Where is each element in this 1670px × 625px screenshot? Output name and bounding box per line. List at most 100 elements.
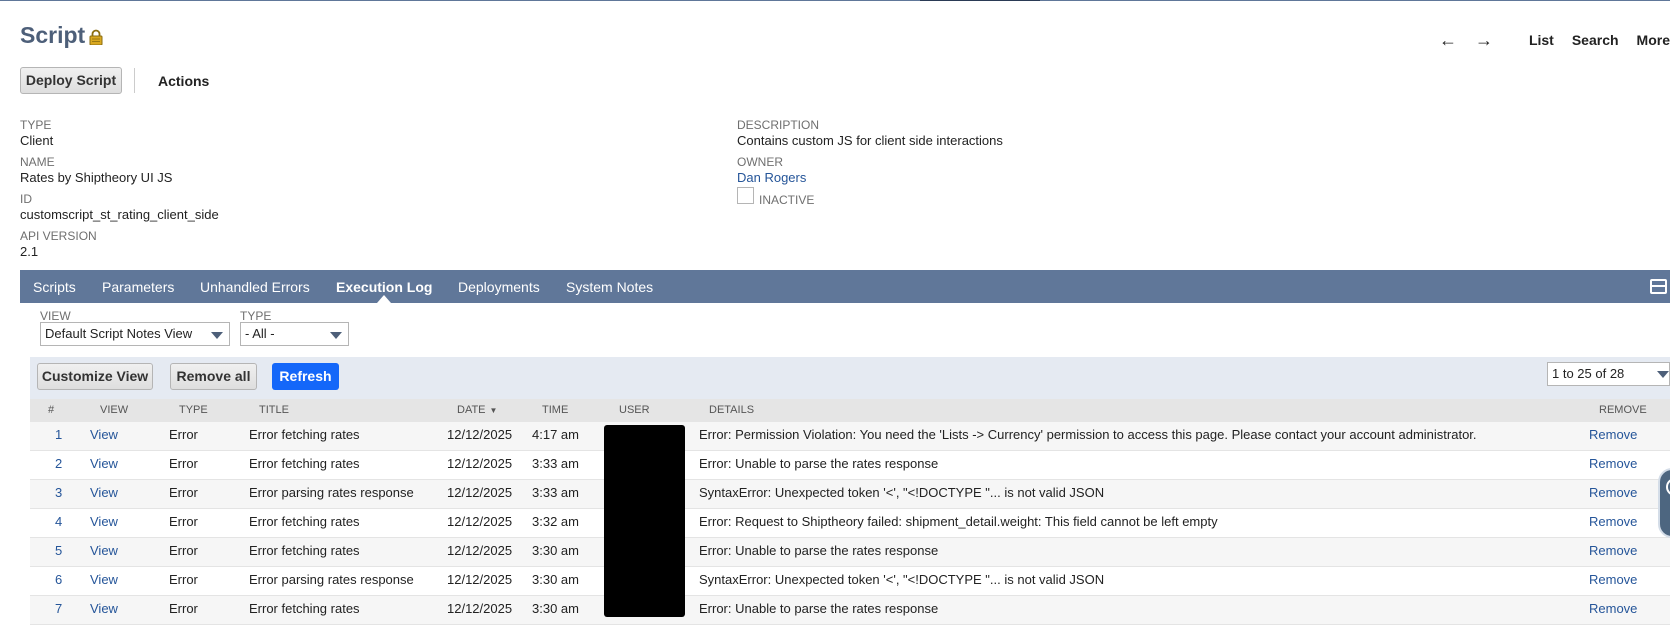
row-date: 12/12/2025 bbox=[447, 514, 513, 529]
help-widget-icon[interactable] bbox=[1658, 468, 1670, 538]
type-filter-select[interactable]: - All - bbox=[240, 322, 349, 346]
record-nav: ← → List Search More bbox=[1439, 30, 1670, 50]
button-divider bbox=[134, 68, 135, 93]
row-details: Error: Request to Shiptheory failed: shi… bbox=[699, 514, 1218, 529]
row-details: Error: Permission Violation: You need th… bbox=[699, 427, 1477, 442]
row-number[interactable]: 5 bbox=[55, 543, 62, 558]
row-number[interactable]: 2 bbox=[55, 456, 62, 471]
row-number[interactable]: 6 bbox=[55, 572, 62, 587]
row-number[interactable]: 1 bbox=[55, 427, 62, 442]
col-remove: REMOVE bbox=[1599, 404, 1647, 416]
refresh-button[interactable]: Refresh bbox=[272, 363, 339, 390]
view-link[interactable]: View bbox=[90, 456, 118, 471]
row-details: Error: Unable to parse the rates respons… bbox=[699, 601, 939, 616]
deploy-script-button[interactable]: Deploy Script bbox=[20, 67, 122, 94]
col-time: TIME bbox=[542, 404, 569, 416]
col-date[interactable]: DATE ▼ bbox=[457, 404, 497, 416]
type-label: TYPE bbox=[20, 118, 52, 132]
chevron-down-icon bbox=[330, 332, 342, 339]
row-time: 3:32 am bbox=[532, 514, 579, 529]
tab-execution-log[interactable]: Execution Log bbox=[336, 279, 432, 295]
panel-layout-icon[interactable] bbox=[1650, 279, 1667, 294]
view-link[interactable]: View bbox=[90, 514, 118, 529]
row-number[interactable]: 7 bbox=[55, 601, 62, 616]
row-type: Error bbox=[169, 543, 198, 558]
owner-link[interactable]: Dan Rogers bbox=[737, 170, 806, 185]
remove-link[interactable]: Remove bbox=[1589, 543, 1637, 558]
forward-arrow-icon[interactable]: → bbox=[1475, 31, 1493, 49]
view-link[interactable]: View bbox=[90, 572, 118, 587]
remove-link[interactable]: Remove bbox=[1589, 601, 1637, 616]
table-row: 6 View Error Error parsing rates respons… bbox=[30, 567, 1670, 596]
view-filter-select[interactable]: Default Script Notes View bbox=[40, 322, 230, 346]
col-type: TYPE bbox=[179, 404, 208, 416]
col-title: TITLE bbox=[259, 404, 289, 416]
col-user: USER bbox=[619, 404, 650, 416]
row-date: 12/12/2025 bbox=[447, 485, 513, 500]
col-details: DETAILS bbox=[709, 404, 755, 416]
tab-system-notes[interactable]: System Notes bbox=[566, 279, 653, 295]
view-link[interactable]: View bbox=[90, 485, 118, 500]
view-link[interactable]: View bbox=[90, 601, 118, 616]
list-link[interactable]: List bbox=[1529, 32, 1554, 48]
tab-parameters[interactable]: Parameters bbox=[102, 279, 174, 295]
description-value: Contains custom JS for client side inter… bbox=[737, 133, 1003, 148]
row-details: Error: Unable to parse the rates respons… bbox=[699, 543, 939, 558]
table-header: # VIEW TYPE TITLE DATE ▼ TIME USER DETAIL… bbox=[30, 399, 1670, 422]
tab-deployments[interactable]: Deployments bbox=[458, 279, 540, 295]
row-time: 3:30 am bbox=[532, 601, 579, 616]
inactive-checkbox[interactable] bbox=[737, 187, 754, 204]
name-label: NAME bbox=[20, 155, 55, 169]
row-date: 12/12/2025 bbox=[447, 543, 513, 558]
redacted-user-block bbox=[604, 425, 685, 617]
subtab-bar: Scripts Parameters Unhandled Errors Exec… bbox=[20, 270, 1670, 303]
owner-label: OWNER bbox=[737, 155, 783, 169]
api-version-label: API VERSION bbox=[20, 229, 97, 243]
col-date-label: DATE bbox=[457, 404, 486, 416]
table-row: 5 View Error Error fetching rates 12/12/… bbox=[30, 538, 1670, 567]
remove-all-button[interactable]: Remove all bbox=[170, 363, 257, 390]
row-details: SyntaxError: Unexpected token '<', "<!DO… bbox=[699, 485, 1105, 500]
tab-unhandled-errors[interactable]: Unhandled Errors bbox=[200, 279, 310, 295]
row-number[interactable]: 4 bbox=[55, 514, 62, 529]
row-type: Error bbox=[169, 485, 198, 500]
view-link[interactable]: View bbox=[90, 543, 118, 558]
lock-icon bbox=[89, 29, 103, 45]
row-number[interactable]: 3 bbox=[55, 485, 62, 500]
remove-link[interactable]: Remove bbox=[1589, 427, 1637, 442]
row-date: 12/12/2025 bbox=[447, 427, 513, 442]
row-time: 3:33 am bbox=[532, 485, 579, 500]
pager-value: 1 to 25 of 28 bbox=[1552, 366, 1625, 381]
col-view: VIEW bbox=[100, 404, 129, 416]
id-value: customscript_st_rating_client_side bbox=[20, 207, 219, 222]
type-value: Client bbox=[20, 133, 54, 148]
name-value: Rates by Shiptheory UI JS bbox=[20, 170, 173, 185]
row-details: SyntaxError: Unexpected token '<', "<!DO… bbox=[699, 572, 1105, 587]
remove-link[interactable]: Remove bbox=[1589, 514, 1637, 529]
row-title: Error fetching rates bbox=[249, 514, 360, 529]
row-date: 12/12/2025 bbox=[447, 601, 513, 616]
row-type: Error bbox=[169, 456, 198, 471]
row-time: 3:33 am bbox=[532, 456, 579, 471]
row-time: 4:17 am bbox=[532, 427, 579, 442]
top-border-accent bbox=[920, 0, 1040, 1]
back-arrow-icon[interactable]: ← bbox=[1439, 31, 1457, 49]
more-link[interactable]: More bbox=[1637, 32, 1670, 48]
tab-scripts[interactable]: Scripts bbox=[33, 279, 76, 295]
search-link[interactable]: Search bbox=[1572, 32, 1619, 48]
actions-menu[interactable]: Actions bbox=[158, 73, 209, 89]
row-date: 12/12/2025 bbox=[447, 456, 513, 471]
pager-select[interactable]: 1 to 25 of 28 bbox=[1547, 362, 1670, 386]
remove-link[interactable]: Remove bbox=[1589, 485, 1637, 500]
view-link[interactable]: View bbox=[90, 427, 118, 442]
customize-view-button[interactable]: Customize View bbox=[37, 363, 153, 390]
remove-link[interactable]: Remove bbox=[1589, 456, 1637, 471]
remove-link[interactable]: Remove bbox=[1589, 572, 1637, 587]
row-date: 12/12/2025 bbox=[447, 572, 513, 587]
type-filter-label: TYPE bbox=[240, 309, 272, 323]
row-time: 3:30 am bbox=[532, 543, 579, 558]
active-tab-pointer bbox=[377, 295, 391, 303]
table-row: 4 View Error Error fetching rates 12/12/… bbox=[30, 509, 1670, 538]
row-type: Error bbox=[169, 427, 198, 442]
row-time: 3:30 am bbox=[532, 572, 579, 587]
